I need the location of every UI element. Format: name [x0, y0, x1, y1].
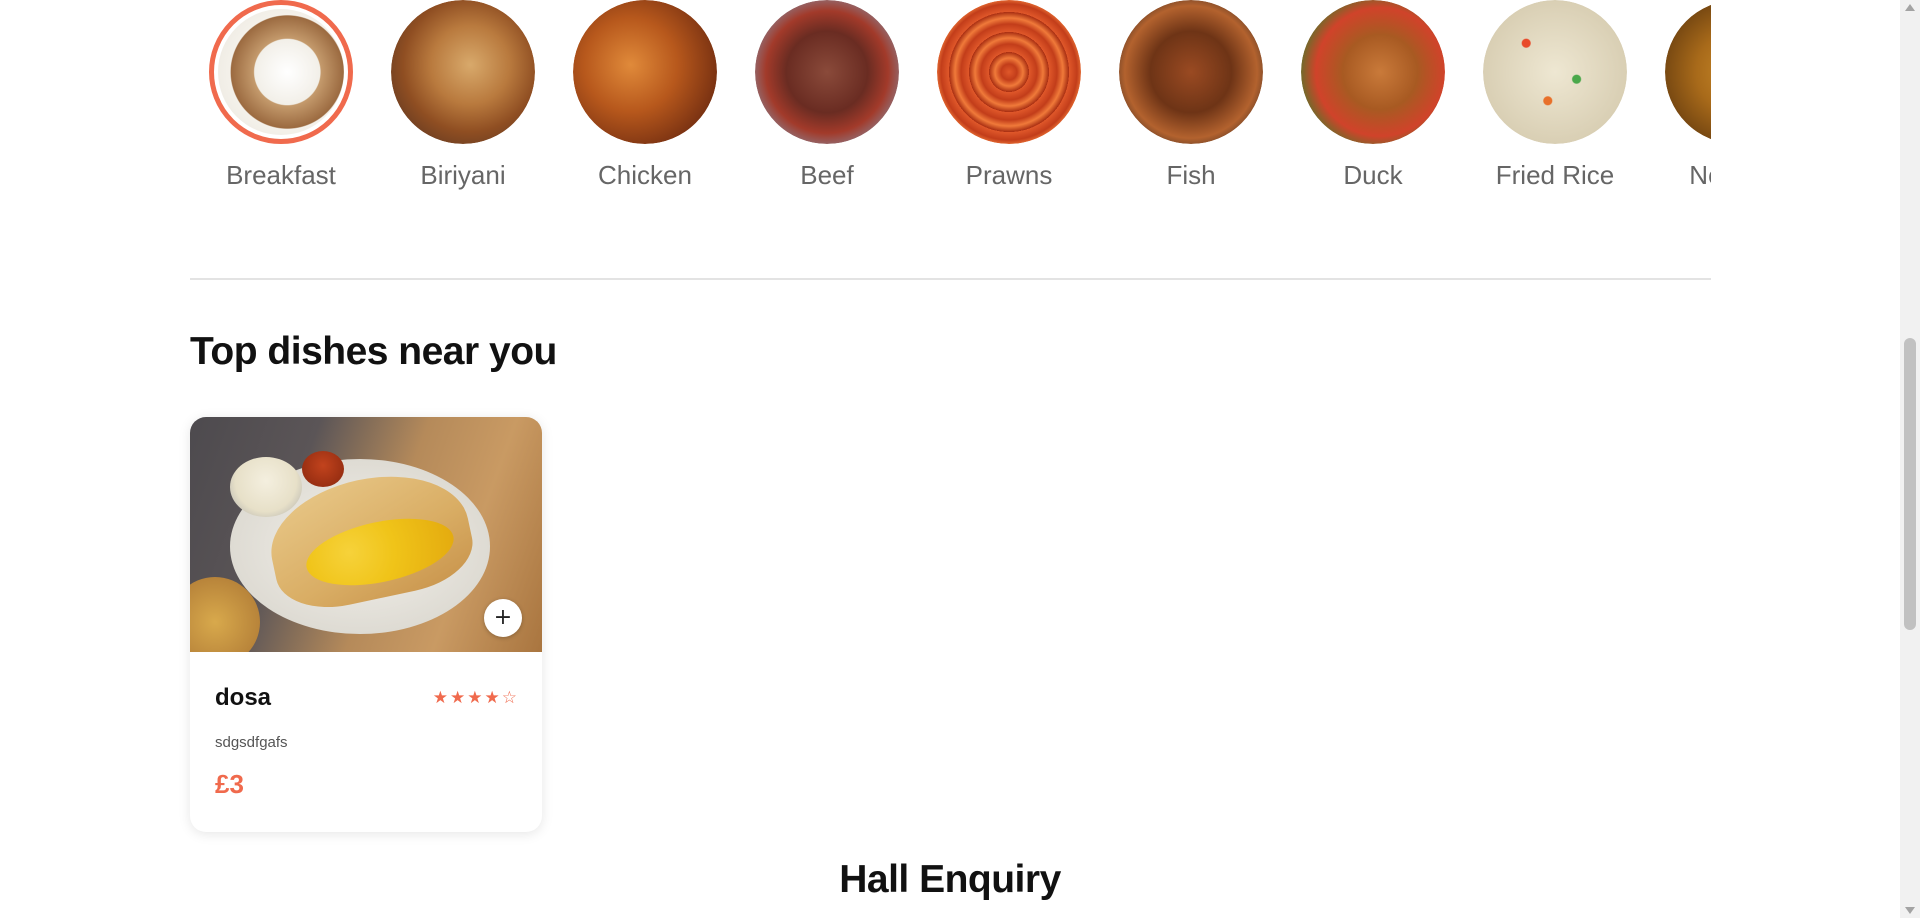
category-label: Fried Rice: [1495, 160, 1615, 190]
category-item-fried-rice[interactable]: Fried Rice: [1464, 0, 1646, 210]
category-label: Biriyani: [420, 160, 506, 190]
category-label: Duck: [1343, 160, 1403, 190]
dish-name: dosa: [215, 684, 272, 711]
category-label: Noodles: [1689, 160, 1711, 190]
category-item-biriyani[interactable]: Biriyani: [372, 0, 554, 210]
category-label: Chicken: [598, 160, 692, 190]
duck-image: [1301, 0, 1445, 144]
category-label: Breakfast: [226, 160, 336, 190]
noodles-image: [1665, 0, 1711, 144]
prawns-image: [937, 0, 1081, 144]
fried-rice-image: [1483, 0, 1627, 144]
dish-price: £3: [215, 769, 244, 799]
category-item-fish[interactable]: Fish: [1100, 0, 1282, 210]
biriyani-image: [391, 0, 535, 144]
scroll-up-arrow-icon[interactable]: [1905, 4, 1915, 11]
fish-image: [1119, 0, 1263, 144]
rating-stars: ★ ★ ★ ★ ☆: [432, 687, 517, 708]
category-strip: Breakfast Biriyani Chicken Beef Prawns F…: [190, 0, 1711, 210]
star-filled-icon: ★: [484, 687, 500, 708]
breakfast-image: [209, 0, 353, 144]
dish-card[interactable]: + dosa ★ ★ ★ ★ ☆ sdgsdfgafs £3: [190, 417, 542, 832]
star-empty-icon: ☆: [501, 687, 517, 708]
category-item-duck[interactable]: Duck: [1282, 0, 1464, 210]
beef-image: [755, 0, 899, 144]
scroll-thumb[interactable]: [1904, 338, 1916, 630]
star-filled-icon: ★: [450, 687, 466, 708]
chicken-image: [573, 0, 717, 144]
category-label: Prawns: [965, 160, 1053, 190]
category-item-chicken[interactable]: Chicken: [554, 0, 736, 210]
category-item-noodles[interactable]: Noodles: [1646, 0, 1711, 210]
dosa-image: +: [190, 417, 542, 652]
star-filled-icon: ★: [467, 687, 483, 708]
section-divider: [190, 278, 1711, 280]
category-item-beef[interactable]: Beef: [736, 0, 918, 210]
dish-description: sdgsdfgafs: [215, 734, 288, 751]
category-item-breakfast[interactable]: Breakfast: [190, 0, 372, 210]
category-label: Fish: [1166, 160, 1216, 190]
category-label: Beef: [800, 160, 854, 190]
star-filled-icon: ★: [432, 687, 448, 708]
hall-enquiry-title: Hall Enquiry: [839, 858, 1061, 901]
top-dishes-title: Top dishes near you: [190, 330, 557, 373]
scroll-down-arrow-icon[interactable]: [1905, 907, 1915, 914]
vertical-scrollbar[interactable]: [1900, 0, 1920, 918]
page: Breakfast Biriyani Chicken Beef Prawns F…: [0, 0, 1920, 918]
add-to-cart-button[interactable]: +: [484, 599, 522, 637]
category-item-prawns[interactable]: Prawns: [918, 0, 1100, 210]
